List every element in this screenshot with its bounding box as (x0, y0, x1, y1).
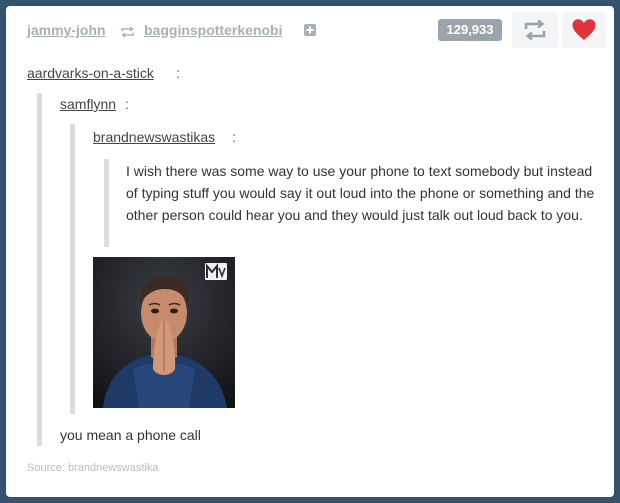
post-header: jammy-john bagginspotterkenobi 129,933 (6, 6, 614, 52)
quote-bar-1 (37, 93, 42, 446)
source-blog-link[interactable]: bagginspotterkenobi (144, 22, 282, 38)
source-line: Source: brandnewswastika (27, 462, 158, 474)
like-button[interactable] (562, 12, 606, 48)
reblog-button[interactable] (512, 12, 558, 48)
quote-bar-3 (104, 159, 109, 247)
colon-1: : (176, 65, 180, 81)
source-link[interactable]: brandnewswastika (68, 462, 159, 474)
reblogger-link[interactable]: jammy-john (27, 22, 106, 38)
reblog-icon (524, 19, 546, 41)
mtv-logo (205, 263, 227, 280)
reaction-gif[interactable] (93, 257, 235, 408)
reply-text: you mean a phone call (60, 427, 201, 443)
post-card: jammy-john bagginspotterkenobi 129,933 a… (6, 6, 614, 497)
colon-2: : (125, 96, 129, 112)
quoted-user-3[interactable]: brandnewswastikas (93, 129, 215, 145)
quoted-user-2[interactable]: samflynn (60, 96, 116, 112)
source-label: Source: (27, 462, 65, 474)
gif-illustration (93, 257, 235, 408)
quote-bar-2 (70, 124, 75, 414)
original-post-text: I wish there was some way to use your ph… (126, 163, 595, 223)
plus-icon[interactable] (304, 24, 316, 36)
quoted-user-1[interactable]: aardvarks-on-a-stick (27, 65, 154, 81)
notes-count-badge[interactable]: 129,933 (438, 19, 502, 41)
reblog-icon (120, 25, 135, 38)
colon-3: : (232, 129, 236, 145)
heart-icon (572, 19, 596, 40)
